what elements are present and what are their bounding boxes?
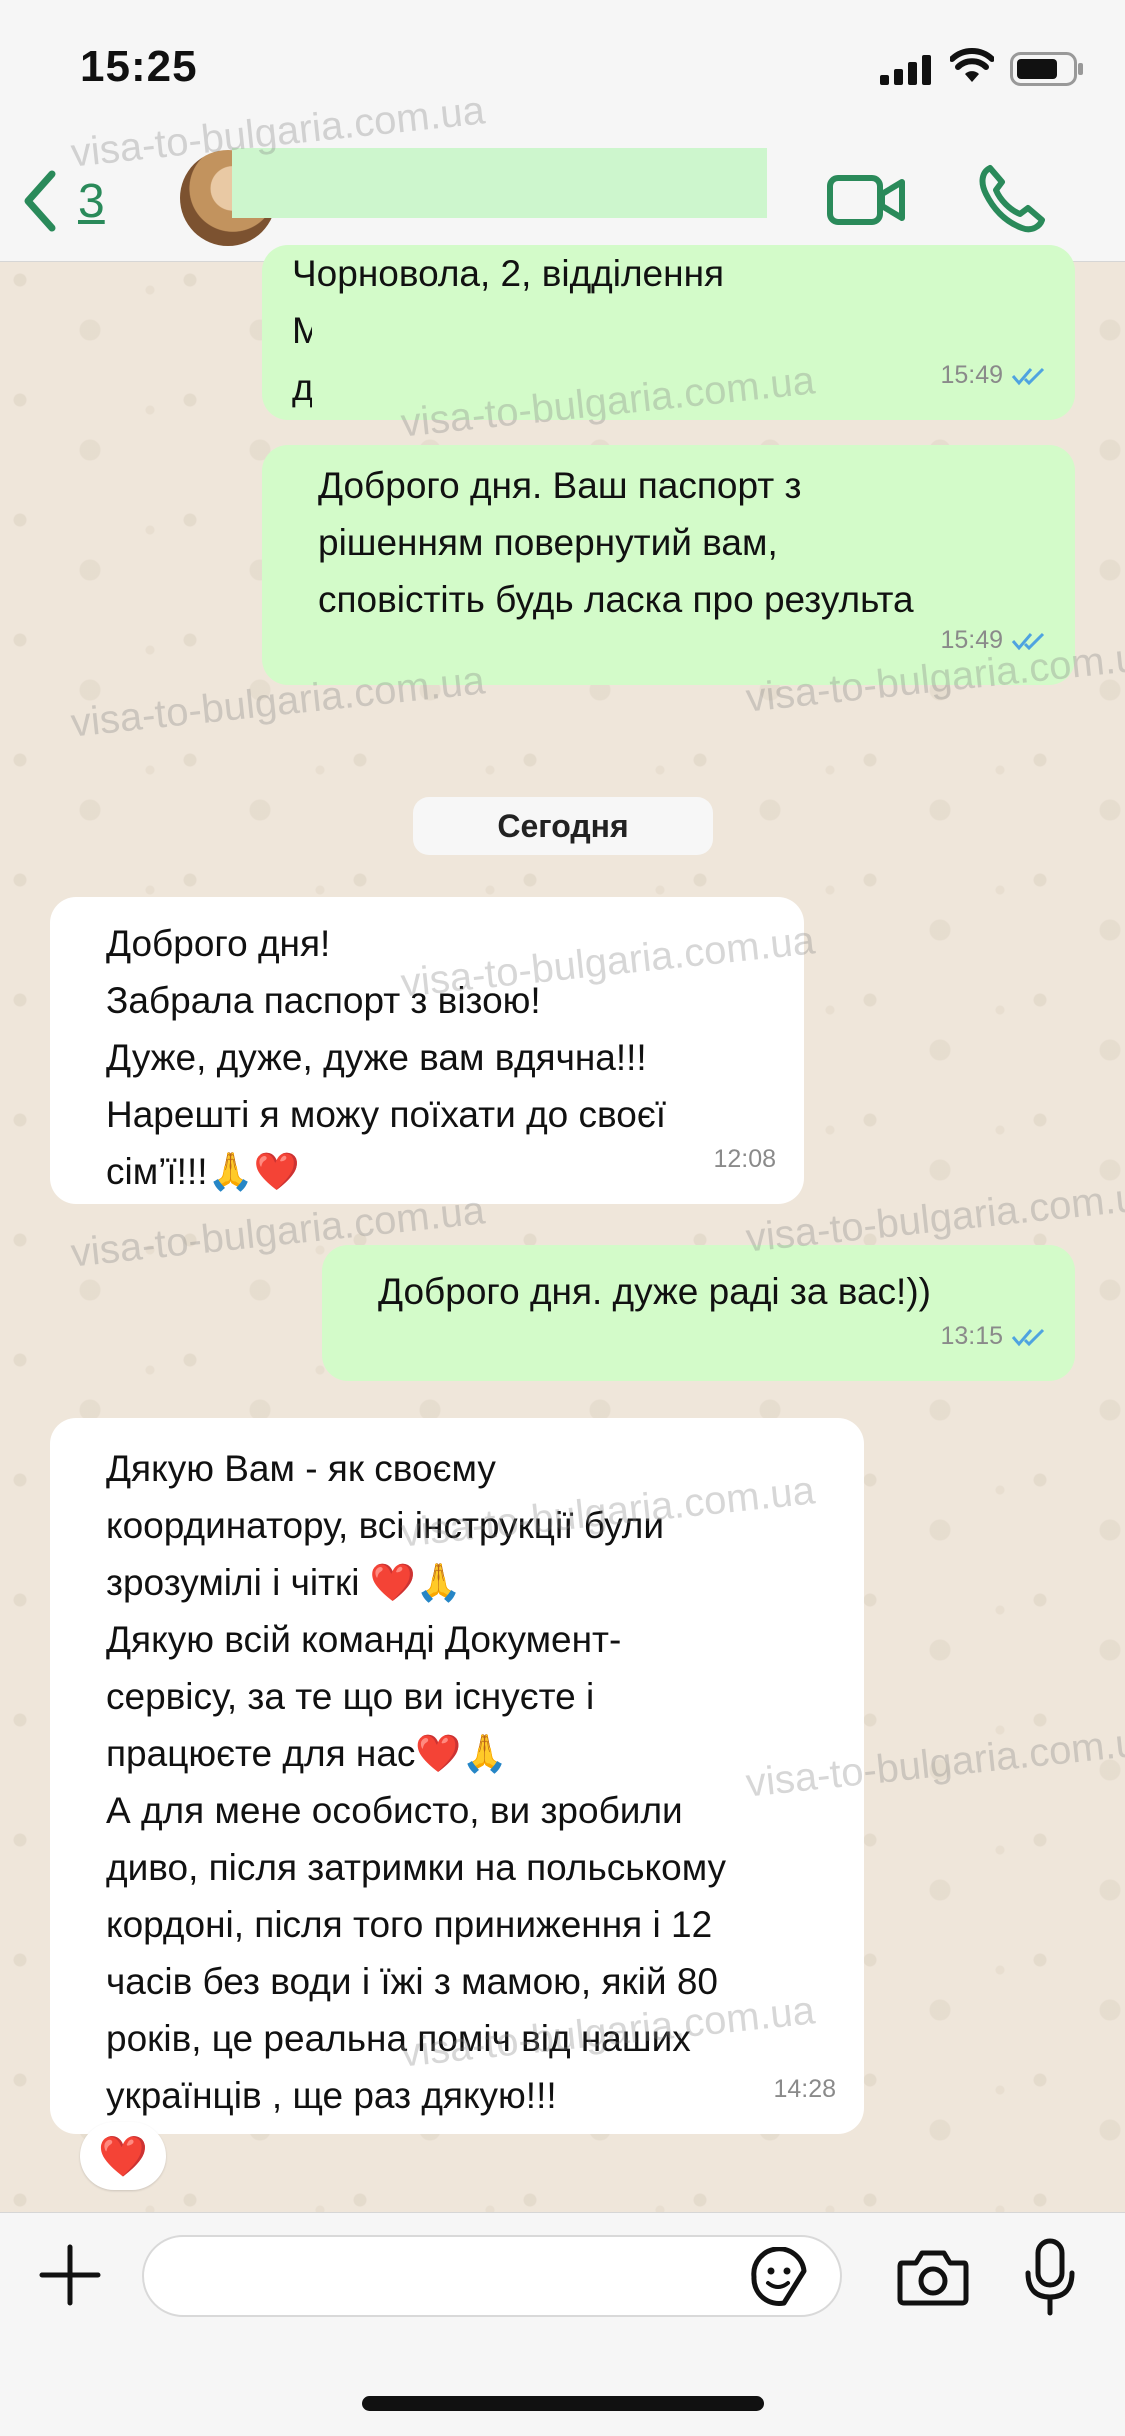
message-bubble-outgoing[interactable]: Доброго дня. дуже раді за вас!)) 13:15 — [322, 1245, 1075, 1381]
message-time: 15:49 — [940, 626, 1003, 654]
message-bubble-incoming[interactable]: Доброго дня! Забрала паспорт з візою! Ду… — [50, 897, 804, 1204]
sticker-icon[interactable] — [748, 2247, 810, 2309]
message-time: 15:49 — [940, 361, 1003, 389]
back-button[interactable]: 3 — [22, 166, 105, 236]
message-input[interactable] — [142, 2235, 842, 2317]
message-meta: 14:28 — [773, 2061, 836, 2118]
chevron-left-icon — [24, 170, 56, 232]
contact-name-redacted[interactable] — [232, 148, 767, 218]
message-text: Дякую Вам - як своєму координатору, всі … — [106, 1448, 727, 2116]
message-text: Доброго дня. Ваш паспорт з рішенням пове… — [318, 465, 914, 620]
message-time: 12:08 — [713, 1145, 776, 1173]
video-call-button[interactable] — [826, 170, 906, 230]
message-bubble-incoming[interactable]: Дякую Вам - як своєму координатору, всі … — [50, 1418, 864, 2134]
voice-call-button[interactable] — [976, 162, 1046, 234]
message-time: 14:28 — [773, 2075, 836, 2103]
microphone-button[interactable] — [1022, 2237, 1078, 2317]
camera-button[interactable] — [896, 2247, 970, 2307]
message-meta: 13:15 — [940, 1308, 1047, 1365]
double-check-icon — [1011, 367, 1045, 385]
status-time: 15:25 — [80, 42, 198, 91]
date-separator: Сегодня — [413, 797, 713, 855]
message-time: 13:15 — [940, 1322, 1003, 1350]
battery-icon — [1010, 52, 1083, 86]
double-check-icon — [1011, 632, 1045, 650]
message-meta: 15:49 — [940, 612, 1047, 669]
unread-count: 3 — [78, 174, 105, 228]
message-meta: 15:49 — [940, 347, 1047, 404]
message-meta: 12:08 — [713, 1131, 776, 1188]
message-bubble-outgoing[interactable]: Доброго дня. Ваш паспорт з рішенням пове… — [262, 445, 1075, 685]
plus-button[interactable] — [38, 2243, 102, 2307]
message-bubble-outgoing[interactable]: Чорновола, 2, відділення М ерігання д 15… — [262, 245, 1075, 420]
redacted-area — [312, 313, 872, 357]
signal-icon — [880, 55, 931, 85]
chat-header: 3 — [0, 140, 1125, 262]
home-indicator[interactable] — [362, 2396, 764, 2411]
redacted-area — [312, 363, 892, 415]
wifi-icon — [950, 48, 994, 82]
message-text: Доброго дня! Забрала паспорт з візою! Ду… — [106, 923, 667, 1192]
status-bar: 15:25 — [0, 0, 1125, 140]
message-reaction[interactable]: ❤️ — [80, 2122, 166, 2190]
heart-reaction-icon: ❤️ — [98, 2133, 148, 2180]
double-check-icon — [1011, 1328, 1045, 1346]
